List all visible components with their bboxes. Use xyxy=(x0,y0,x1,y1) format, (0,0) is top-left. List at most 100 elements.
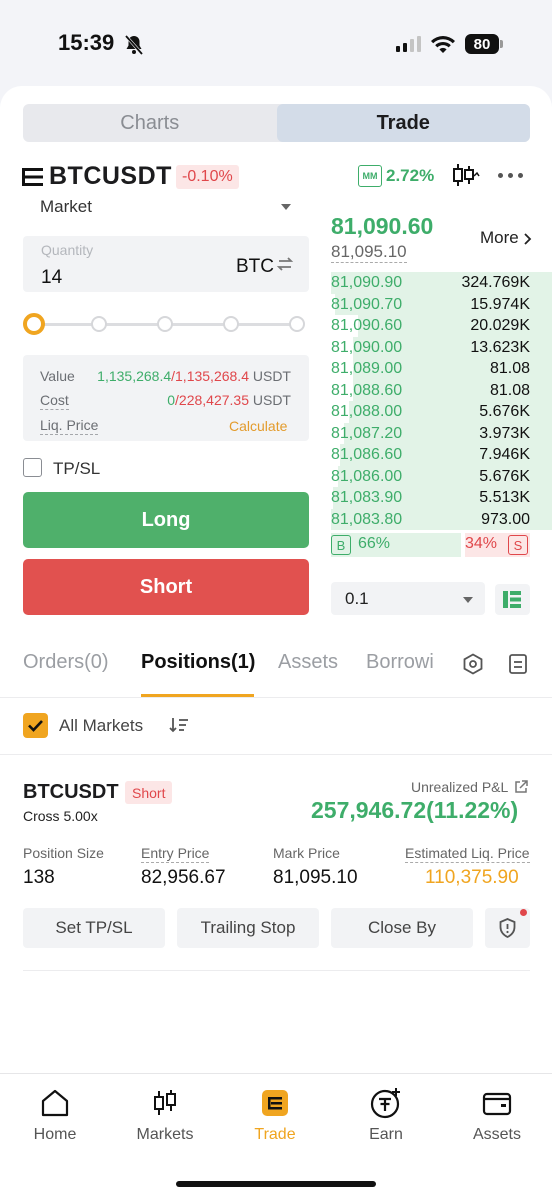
slider-stop-75[interactable] xyxy=(223,316,239,332)
order-book-row[interactable]: 81,090.60 20.029K xyxy=(331,315,552,337)
slider-stop-50[interactable] xyxy=(157,316,173,332)
notification-dot xyxy=(520,909,527,916)
chevron-right-icon xyxy=(524,233,532,245)
history-doc-icon[interactable] xyxy=(508,653,528,675)
margin-mode: Cross 5.00x xyxy=(23,808,98,824)
ask-quantity: 20.029K xyxy=(470,317,530,334)
home-icon xyxy=(41,1089,69,1117)
book-layout-button[interactable] xyxy=(495,584,530,615)
entry-price-value: 82,956.67 xyxy=(141,867,226,888)
buy-badge: B xyxy=(331,535,351,555)
nav-earn-label: Earn xyxy=(369,1126,403,1143)
position-divider xyxy=(23,970,530,971)
more-options-icon[interactable] xyxy=(498,173,523,178)
more-link[interactable]: More xyxy=(480,228,519,248)
value-amount: 1,135,268.4/1,135,268.4 USDT xyxy=(97,368,291,384)
change-badge: -0.10% xyxy=(176,165,239,189)
ask-quantity: 5.676K xyxy=(479,467,530,485)
order-book-row[interactable]: 81,089.00 81.08 xyxy=(331,358,552,380)
tab-positions[interactable]: Positions(1) xyxy=(141,651,255,674)
tab-charts[interactable]: Charts xyxy=(23,104,277,142)
ask-price: 81,090.70 xyxy=(331,295,403,313)
order-book-row[interactable]: 81,090.00 13.623K xyxy=(331,336,552,358)
candlestick-chart-icon[interactable] xyxy=(452,162,480,188)
order-type-select[interactable]: Market xyxy=(40,197,92,217)
nav-trade-label: Trade xyxy=(254,1126,296,1143)
all-markets-checkbox[interactable] xyxy=(23,713,48,738)
swap-icon[interactable] xyxy=(276,255,294,273)
check-icon xyxy=(28,720,43,732)
ask-quantity: 324.769K xyxy=(461,274,530,291)
est-liq-price-value: 110,375.90 xyxy=(425,867,519,888)
mark-price: 81,095.10 xyxy=(331,242,407,263)
battery-icon: 80 xyxy=(465,34,499,54)
short-button[interactable]: Short xyxy=(23,559,309,615)
mark-price-label: Mark Price xyxy=(273,845,340,861)
nav-earn[interactable]: Earn xyxy=(336,1085,436,1144)
order-book-row[interactable]: 81,086.00 5.676K xyxy=(331,465,552,487)
order-book-row[interactable]: 81,088.60 81.08 xyxy=(331,379,552,401)
wallet-icon xyxy=(482,1092,512,1116)
order-book-row[interactable]: 81,090.70 15.974K xyxy=(331,293,552,315)
long-button[interactable]: Long xyxy=(23,492,309,548)
tabs-divider xyxy=(0,697,552,698)
order-book-row[interactable]: 81,088.00 5.676K xyxy=(331,401,552,423)
ask-price: 81,086.00 xyxy=(331,467,403,485)
tab-trade[interactable]: Trade xyxy=(276,104,530,142)
earn-coin-icon xyxy=(370,1088,400,1119)
position-symbol[interactable]: BTCUSDT xyxy=(23,781,119,804)
order-book: 81,090.90 324.769K 81,090.70 15.974K 81,090.… xyxy=(331,272,552,530)
tab-assets[interactable]: Assets xyxy=(278,651,338,674)
sell-percent: 34% xyxy=(465,535,498,552)
nav-assets[interactable]: Assets xyxy=(447,1085,547,1144)
slider-stop-25[interactable] xyxy=(91,316,107,332)
settings-hex-icon[interactable] xyxy=(462,653,484,675)
nav-trade[interactable]: Trade xyxy=(225,1085,325,1144)
nav-markets[interactable]: Markets xyxy=(115,1085,215,1144)
ask-price: 81,088.00 xyxy=(331,403,403,420)
depth-value[interactable]: 0.1 xyxy=(345,589,369,609)
order-book-row[interactable]: 81,086.60 7.946K xyxy=(331,444,552,466)
unrealized-pnl-label: Unrealized P&L xyxy=(411,779,509,795)
mm-ratio[interactable]: 2.72% xyxy=(386,166,434,186)
slider-stop-100[interactable] xyxy=(289,316,305,332)
liq-price-label: Liq. Price xyxy=(40,417,99,435)
menu-list-icon[interactable] xyxy=(22,167,44,187)
tab-borrowing[interactable]: Borrowi xyxy=(366,651,434,674)
trade-icon xyxy=(262,1090,288,1116)
signal-icon xyxy=(396,36,421,52)
nav-home[interactable]: Home xyxy=(5,1085,105,1144)
ask-quantity: 3.973K xyxy=(479,424,530,442)
set-tpsl-button[interactable]: Set TP/SL xyxy=(23,908,165,948)
ask-quantity: 7.946K xyxy=(479,446,530,463)
position-size-value: 138 xyxy=(23,867,55,888)
order-book-row[interactable]: 81,090.90 324.769K xyxy=(331,272,552,294)
symbol-title[interactable]: BTCUSDT xyxy=(49,162,172,191)
filter-divider xyxy=(0,754,552,755)
ask-price: 81,086.60 xyxy=(331,446,403,463)
position-size-label: Position Size xyxy=(23,845,104,861)
slider-knob-active[interactable] xyxy=(23,313,45,335)
nav-home-label: Home xyxy=(33,1126,77,1143)
order-book-row[interactable]: 81,083.80 973.00 xyxy=(331,508,552,530)
quantity-input[interactable]: 14 xyxy=(41,267,62,289)
unrealized-pnl-value: 257,946.72(11.22%) xyxy=(311,797,519,823)
mark-price-value: 81,095.10 xyxy=(273,867,358,888)
share-external-icon[interactable] xyxy=(513,779,529,795)
calculate-link[interactable]: Calculate xyxy=(229,418,287,434)
order-book-row[interactable]: 81,083.90 5.513K xyxy=(331,487,552,509)
ask-price: 81,087.20 xyxy=(331,424,403,442)
tab-orders[interactable]: Orders(0) xyxy=(23,651,109,674)
ask-quantity: 973.00 xyxy=(481,510,530,528)
trailing-stop-button[interactable]: Trailing Stop xyxy=(177,908,319,948)
book-layout-icon xyxy=(503,591,521,608)
markets-candles-icon xyxy=(154,1090,176,1115)
ask-price: 81,090.00 xyxy=(331,338,403,356)
sort-icon[interactable] xyxy=(168,716,190,734)
quantity-unit[interactable]: BTC xyxy=(236,256,274,278)
close-by-button[interactable]: Close By xyxy=(331,908,473,948)
order-book-row[interactable]: 81,087.20 3.973K xyxy=(331,422,552,444)
tpsl-checkbox[interactable] xyxy=(23,458,42,477)
entry-price-label: Entry Price xyxy=(141,845,210,863)
nav-markets-label: Markets xyxy=(136,1126,194,1143)
